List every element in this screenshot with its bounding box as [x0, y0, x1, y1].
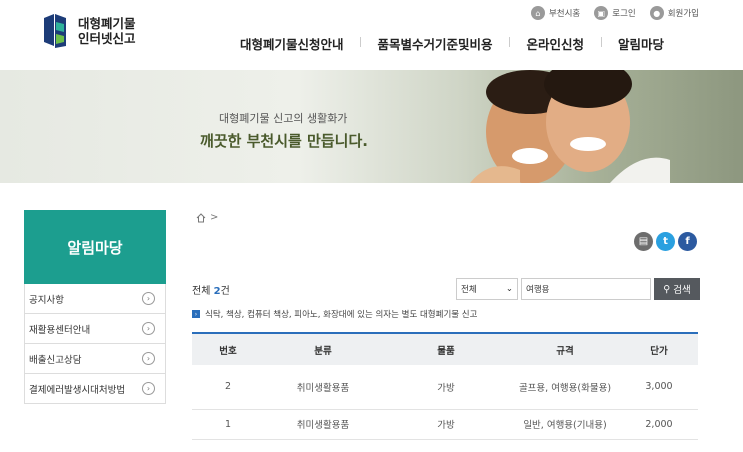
site-logo[interactable]: 대형폐기물 인터넷신고 — [42, 12, 136, 50]
util-login-link[interactable]: ▣ 로그인 — [594, 6, 636, 20]
chevron-right-icon: › — [142, 382, 155, 395]
side-nav-item-payment-error[interactable]: 결제에러발생시대처방법 › — [24, 374, 166, 404]
chevron-right-icon: › — [142, 352, 155, 365]
user-icon: ● — [649, 6, 664, 20]
side-nav-item-label: 배출신고상담 — [29, 354, 82, 366]
cell-spec: 골프용, 여행용(화물용) — [510, 365, 620, 410]
search-icon: ⚲ — [663, 283, 671, 295]
notice-line: › 식탁, 책상, 컴퓨터 책상, 피아노, 화장대에 있는 의자는 별도 대형… — [192, 308, 477, 320]
banner-copy-sub: 대형폐기물 신고의 생활화가 — [219, 112, 348, 125]
gnb-item-apply[interactable]: 온라인신청 — [509, 34, 601, 53]
col-header-no: 번호 — [219, 345, 237, 357]
items-table: 번호 분류 물품 규격 단가 2 취미생활용품 가방 골프용, 여행용(화물용)… — [192, 332, 698, 440]
logo-text-line2: 인터넷신고 — [78, 31, 136, 46]
home-icon: ⌂ — [530, 6, 545, 20]
cell-no: 2 — [192, 365, 264, 410]
cell-item: 가방 — [382, 409, 510, 440]
side-nav-item-consult[interactable]: 배출신고상담 › — [24, 344, 166, 374]
util-home-label: 부천시홈 — [548, 9, 581, 19]
util-join-link[interactable]: ● 회원가입 — [649, 6, 699, 20]
chevron-right-icon: › — [142, 322, 155, 335]
total-count: 전체 2건 — [192, 282, 230, 297]
util-home-link[interactable]: ⌂ 부천시홈 — [530, 6, 581, 20]
side-nav-item-notice[interactable]: 공지사항 › — [24, 284, 166, 314]
chevron-right-icon: › — [142, 292, 155, 305]
cell-category: 취미생활용품 — [264, 409, 382, 440]
utility-nav: ⌂ 부천시홈 ▣ 로그인 ● 회원가입 — [530, 6, 699, 20]
col-header-price: 단가 — [650, 345, 668, 357]
global-nav: 대형폐기물신청안내 품목별수거기준및비용 온라인신청 알림마당 — [223, 34, 681, 53]
side-nav-item-recycle-center[interactable]: 재활용센터안내 › — [24, 314, 166, 344]
cell-price: 2,000 — [620, 409, 698, 440]
search-field-value: 전체 — [461, 285, 477, 295]
table-row[interactable]: 1 취미생활용품 가방 일반, 여행용(기내용) 2,000 — [192, 409, 698, 440]
notice-text: 식탁, 책상, 컴퓨터 책상, 피아노, 화장대에 있는 의자는 별도 대형폐기… — [205, 310, 478, 320]
logo-text-line1: 대형폐기물 — [78, 16, 136, 31]
side-nav-title: 알림마당 — [24, 210, 166, 284]
logo-icon — [44, 14, 66, 48]
banner-photo — [470, 70, 670, 183]
breadcrumb: > — [196, 212, 218, 223]
search-input[interactable]: 여행용 — [521, 278, 651, 300]
col-header-category: 분류 — [314, 345, 332, 357]
table-row[interactable]: 2 취미생활용품 가방 골프용, 여행용(화물용) 3,000 — [192, 365, 698, 410]
cell-no: 1 — [192, 409, 264, 440]
total-label: 전체 — [192, 286, 211, 297]
facebook-icon[interactable]: f — [678, 232, 697, 251]
gnb-item-notice[interactable]: 알림마당 — [600, 34, 681, 53]
total-unit: 건 — [220, 286, 230, 297]
util-login-label: 로그인 — [612, 9, 636, 19]
cell-item: 가방 — [382, 365, 510, 410]
col-header-item: 물품 — [437, 345, 455, 357]
util-join-label: 회원가입 — [667, 9, 699, 19]
search-button-label: 검색 — [673, 285, 691, 296]
gnb-item-guide[interactable]: 대형폐기물신청안내 — [223, 34, 361, 53]
col-header-spec: 규격 — [556, 345, 574, 357]
print-icon[interactable]: ▤ — [634, 232, 653, 251]
search-button[interactable]: ⚲ 검색 — [654, 278, 700, 300]
cell-spec: 일반, 여행용(기내용) — [510, 409, 620, 440]
banner-copy-main: 깨끗한 부천시를 만듭니다. — [200, 132, 368, 150]
home-icon[interactable] — [196, 212, 206, 223]
info-icon: › — [192, 310, 200, 318]
twitter-icon[interactable]: t — [656, 232, 675, 251]
chevron-down-icon: ⌄ — [505, 284, 513, 294]
lock-icon: ▣ — [594, 6, 609, 20]
table-header-row: 번호 분류 물품 규격 단가 — [192, 333, 698, 365]
side-nav-item-label: 결제에러발생시대처방법 — [29, 384, 126, 396]
side-nav: 알림마당 공지사항 › 재활용센터안내 › 배출신고상담 › 결제에러발생시대처… — [24, 210, 166, 404]
search-field-select[interactable]: 전체 ⌄ — [456, 278, 518, 300]
site-header: 대형폐기물 인터넷신고 ⌂ 부천시홈 ▣ 로그인 ● 회원가입 대형폐기물신청안… — [0, 0, 743, 70]
share-buttons: ▤ t f — [634, 232, 697, 251]
cell-price: 3,000 — [620, 365, 698, 410]
total-count-value: 2 — [213, 286, 221, 297]
gnb-item-cost[interactable]: 품목별수거기준및비용 — [360, 34, 509, 53]
side-nav-item-label: 재활용센터안내 — [29, 324, 91, 336]
breadcrumb-separator: > — [210, 212, 219, 223]
cell-category: 취미생활용품 — [264, 365, 382, 410]
side-nav-item-label: 공지사항 — [29, 294, 64, 306]
search-bar: 전체 ⌄ 여행용 ⚲ 검색 — [456, 278, 700, 300]
